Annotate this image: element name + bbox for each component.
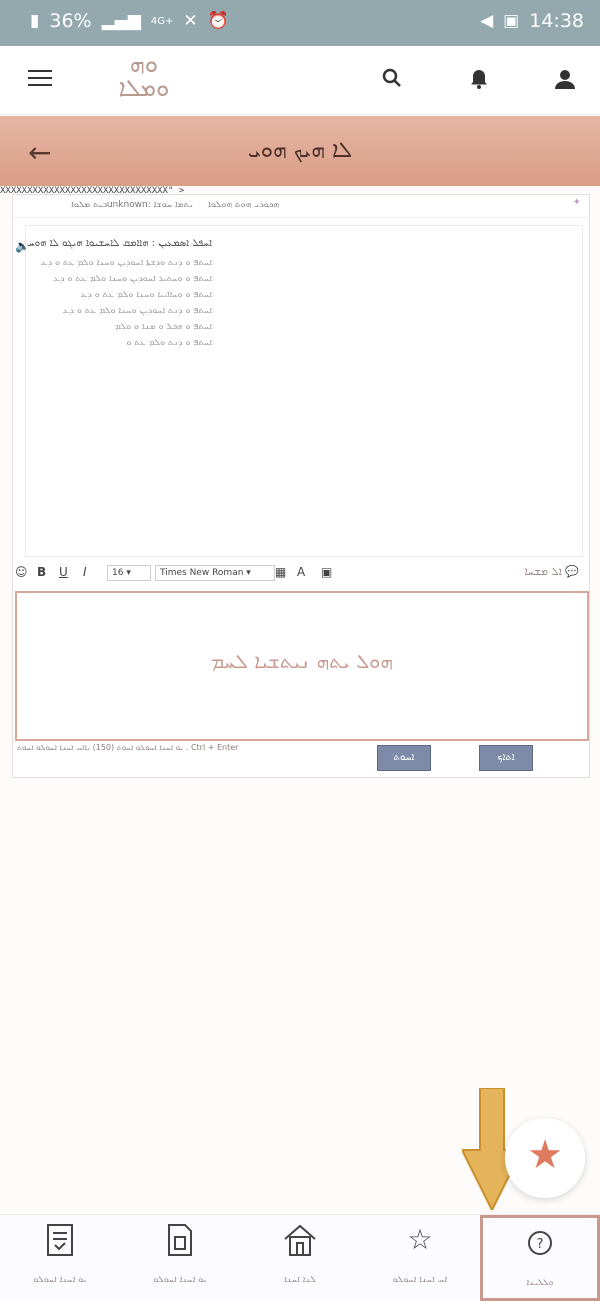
battery-icon: ▮ [30,11,40,31]
emoji-icon[interactable]: ☺ [15,565,28,579]
message-line: ܐܚܬܦ ܘ ܕܢܬ ܐܚܘܕܝܢ ܘܚܢܐ ܘܠܡ ܥܬ ܘ ܕܥ [62,306,212,316]
nav-item-help[interactable]: ? ܘܠܠܝܢܐ [480,1215,600,1301]
message-input[interactable]: ܗܘܠ ܝܬܗ ܢܝܬܫܝܐ ܠܚܡ [15,591,589,741]
message-line: ܐܚܬܦ ܘ ܕܢܬ ܘܠܡ ܥܬ ܘ [126,338,212,348]
user-icon[interactable] [553,68,577,92]
chat-frame: ܒܝܬ ܡܠܘܐ : unknown: ܝܬܡܐ ܚܘܫܐ ܗܟܘܪܝ ܗܘܬ … [12,194,590,778]
app-bar: ܘܗ ܘܡܠܐ [0,46,600,115]
table-icon[interactable]: ▦ [275,565,286,579]
format-toolbar: ☺ B U I 16 ▾ Times New Roman ▾ ▦ A ▣ ܐܠ … [13,563,589,585]
clock: 14:38 [529,10,584,32]
nav-label: ܝܘ ܐܚܢܐ ܐܚܘܠܘ [33,1275,87,1285]
search-icon[interactable] [380,68,404,92]
help-icon: ? [483,1226,597,1266]
status-right: ◀ ▣ 14:38 [480,10,584,32]
font-size-select[interactable]: 16 ▾ [107,565,151,581]
bird-logo-icon: ✦ [572,197,581,208]
underline-button[interactable]: U [59,565,68,579]
input-hint: ܝܘ ܐܚܢܐ ܐܚܘܠܘ ܐܚܘܬ (150) ܝܐܐܚ ܐܚܢܐ ܐܚܘܠܘ… [17,743,239,752]
italic-button[interactable]: I [83,565,87,579]
alarm-icon: ⏰ [207,11,229,31]
battery-level: 36% [49,10,92,32]
message-line: ܐܚܬܦ ܘ ܕܢܬ ܘܕܫܬܐ ܐܚܘܕܝܢ ܘܚܢܐ ܘܠܡ ܥܬ ܘ ܕܥ [40,258,212,268]
info-label-2: unknown: ܝܬܡܐ ܚܘܫܐ [106,200,193,210]
mute-icon: ✕ [183,11,198,31]
speaker-icon[interactable]: 🔈 [15,239,30,253]
send-button[interactable]: ܐܚܘܬ [377,745,431,771]
menu-icon[interactable] [28,70,52,88]
gallery-icon: ▣ [503,11,520,31]
star-icon: ★ [527,1132,563,1178]
input-placeholder: ܗܘܠ ܝܬܗ ܢܝܬܫܝܐ ܠܚܡ [211,649,393,673]
home-icon [240,1223,360,1263]
info-label-3: ܗܟܘܪܝ ܗܘܬ ܗܘܠܘܐ [208,200,279,210]
network-type: 4G+ [150,15,174,27]
clear-button[interactable]: ܐܬܐܟ [479,745,533,771]
nav-item-sim[interactable]: ܝܘ ܐܚܢܐ ܐܚܘܠܘ [120,1215,240,1301]
favorite-fab[interactable]: ★ [505,1118,585,1198]
image-icon[interactable]: ▣ [321,565,332,579]
nav-label: ܘܠܠܝܢܐ [526,1278,554,1288]
bold-button[interactable]: B [37,565,46,579]
star-outline-icon: ☆ [407,1223,433,1256]
bell-icon[interactable] [467,68,491,92]
page-header: ← ܠܐ ܗܝܟ ܗܘܝ [0,116,600,186]
status-bar: ▮ 36% ▂▄▆ 4G+ ✕ ⏰ ◀ ▣ 14:38 [0,0,600,46]
font-size-value: 16 [112,568,124,578]
message-area[interactable]: ܐܚܦܠ ܐܣܡܥܝܢ : ܗܐܐܡܩ ܠܐܚܫܝܘܐ ܗܝܓܘ ܠܐ ܗܘܚ … [25,225,583,557]
text-color-icon[interactable]: A [297,565,305,579]
font-family-value: Times New Roman [160,568,244,578]
status-left: ▮ 36% ▂▄▆ 4G+ ✕ ⏰ [30,10,229,32]
chat-link[interactable]: ܐܠ ܡܫܚܐ 💬 [524,565,579,579]
nav-label: ܠܢܐ ܐܚܢܐ [284,1275,316,1285]
nav-item-receipts[interactable]: ܝܘ ܐܚܢܐ ܐܚܘܠܘ [0,1215,120,1301]
signal-icon: ▂▄▆ [101,11,141,31]
page-title: ܠܐ ܗܝܟ ܗܘܝ [247,138,353,163]
chat-info-bar: ܒܝܬ ܡܠܘܐ : unknown: ܝܬܡܐ ܚܘܫܐ ܗܟܘܪܝ ܗܘܬ … [13,195,589,218]
bottom-nav: ܝܘ ܐܚܢܐ ܐܚܘܠܘ ܝܘ ܐܚܢܐ ܐܚܘܠܘ ܠܢܐ ܐܚܢܐ ☆ ܐ… [0,1214,600,1301]
chat-link-label: ܐܠ ܡܫܚܐ [524,565,562,578]
message-line: ܐܚܬܦ ܘ ܘܚܐܐܝܝܐ ܘܚܢܐ ܘܠܡ ܥܬ ܘ ܕܥ [80,290,212,300]
nav-item-favorites[interactable]: ☆ ܐܚ ܐܚܢܐ ܐܚܘܠܘ [360,1215,480,1301]
nav-item-home[interactable]: ܠܢܐ ܐܚܢܐ [240,1215,360,1301]
font-family-select[interactable]: Times New Roman ▾ [155,565,275,581]
nav-label: ܐܚ ܐܚܢܐ ܐܚܘܠܘ [392,1275,448,1285]
nav-label: ܝܘ ܐܚܢܐ ܐܚܘܠܘ [153,1275,207,1285]
navigation-icon: ◀ [480,11,494,31]
receipt-icon [0,1223,120,1263]
sim-card-icon [120,1223,240,1263]
message-line: ܐܚܦܠ ܐܣܡܥܝܢ : ܗܐܐܡܩ ܠܐܚܫܝܘܐ ܗܝܓܘ ܠܐ ܗܘܚ [26,238,212,249]
chat-bubble-icon: 💬 [565,565,579,578]
app-logo[interactable]: ܘܗ ܘܡܠܐ [102,52,186,106]
message-line: ܐܚܬܦ ܘ ܗܒܠ ܘ ܡܢܐ ܘ ܘܠܡ [114,322,212,332]
message-line: ܐܚܬܦ ܘ ܘܚܬܝܪ ܐܚܘܕܝܢ ܘܚܢܐ ܘܠܡ ܥܬ ܘ ܕܥ [53,274,212,284]
svg-text:?: ? [537,1237,544,1252]
